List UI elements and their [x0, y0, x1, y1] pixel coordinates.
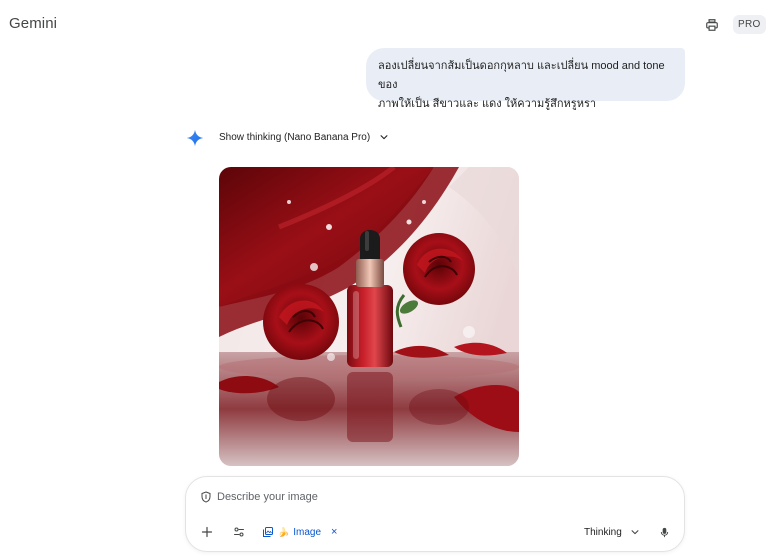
add-button[interactable]	[198, 523, 216, 541]
model-mode-label: Thinking	[584, 526, 622, 538]
prompt-row	[200, 491, 517, 503]
image-chip-label: Image	[293, 526, 322, 538]
image-chip-remove-button[interactable]: ×	[331, 526, 337, 538]
pro-badge[interactable]: PRO	[733, 15, 766, 34]
gemini-spark-icon	[186, 129, 204, 147]
user-message-line: ลองเปลี่ยนจากส้มเป็นดอกกุหลาบ และเปลี่ยน…	[378, 60, 665, 91]
generated-image[interactable]	[219, 167, 519, 466]
user-message-line: ภาพให้เป็น สีขาวและ แดง ให้ความรู้สึกหรู…	[378, 98, 597, 110]
banana-emoji: 🍌	[278, 526, 290, 537]
microphone-button[interactable]	[656, 523, 672, 541]
model-mode-dropdown[interactable]: Thinking	[584, 523, 640, 541]
tools-button[interactable]	[230, 523, 248, 541]
print-icon	[706, 19, 718, 31]
show-thinking-label: Show thinking (Nano Banana Pro)	[219, 131, 371, 143]
gemini-app: Gemini PRO ลองเปลี่ยนจากส้มเป็นดอกกุหลาบ…	[0, 0, 768, 558]
chevron-down-icon	[631, 530, 639, 535]
generated-image-art	[219, 167, 519, 466]
chevron-down-icon	[380, 135, 388, 140]
image-gen-icon	[263, 527, 273, 537]
tools-icon	[234, 527, 244, 537]
add-icon	[201, 526, 213, 538]
app-title[interactable]: Gemini	[9, 15, 57, 32]
image-tool-chip[interactable]: 🍌 Image ×	[262, 523, 337, 541]
microphone-icon	[660, 527, 668, 537]
show-thinking-toggle[interactable]: Show thinking (Nano Banana Pro)	[219, 128, 389, 146]
top-bar: Gemini PRO	[0, 0, 768, 48]
prompt-composer: 🍌 Image × Thinking	[185, 476, 685, 552]
print-button[interactable]	[701, 14, 723, 36]
user-message-bubble: ลองเปลี่ยนจากส้มเป็นดอกกุหลาบ และเปลี่ยน…	[366, 48, 685, 110]
prompt-input[interactable]	[217, 491, 517, 503]
shield-icon	[201, 491, 211, 503]
